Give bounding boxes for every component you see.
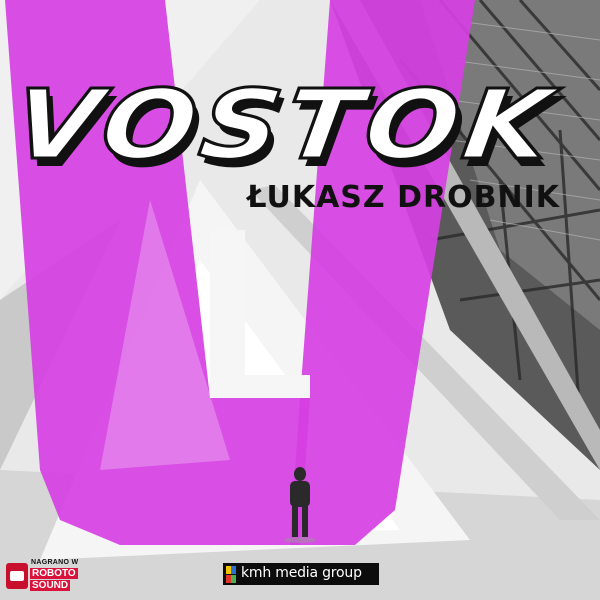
title: VOSTOK — [7, 68, 565, 180]
badge-label: NAGRANO W — [31, 559, 79, 566]
publisher-mark-icon — [226, 566, 236, 583]
badge-studio-name-2: SOUND — [30, 580, 71, 591]
audiobook-cover: VOSTOK VOSTOK ŁUKASZ DROBNIK NAGRANO W R… — [0, 0, 600, 600]
title-graphic: VOSTOK VOSTOK — [5, 67, 570, 189]
author-name: ŁUKASZ DROBNIK — [247, 180, 560, 215]
robot-icon — [6, 563, 28, 589]
publisher-logo: kmh media group — [223, 563, 379, 585]
publisher-name: kmh media group — [241, 565, 362, 581]
recording-studio-badge: NAGRANO W ROBOTO SOUND — [6, 558, 78, 594]
badge-studio-name: ROBOTO — [30, 568, 78, 579]
